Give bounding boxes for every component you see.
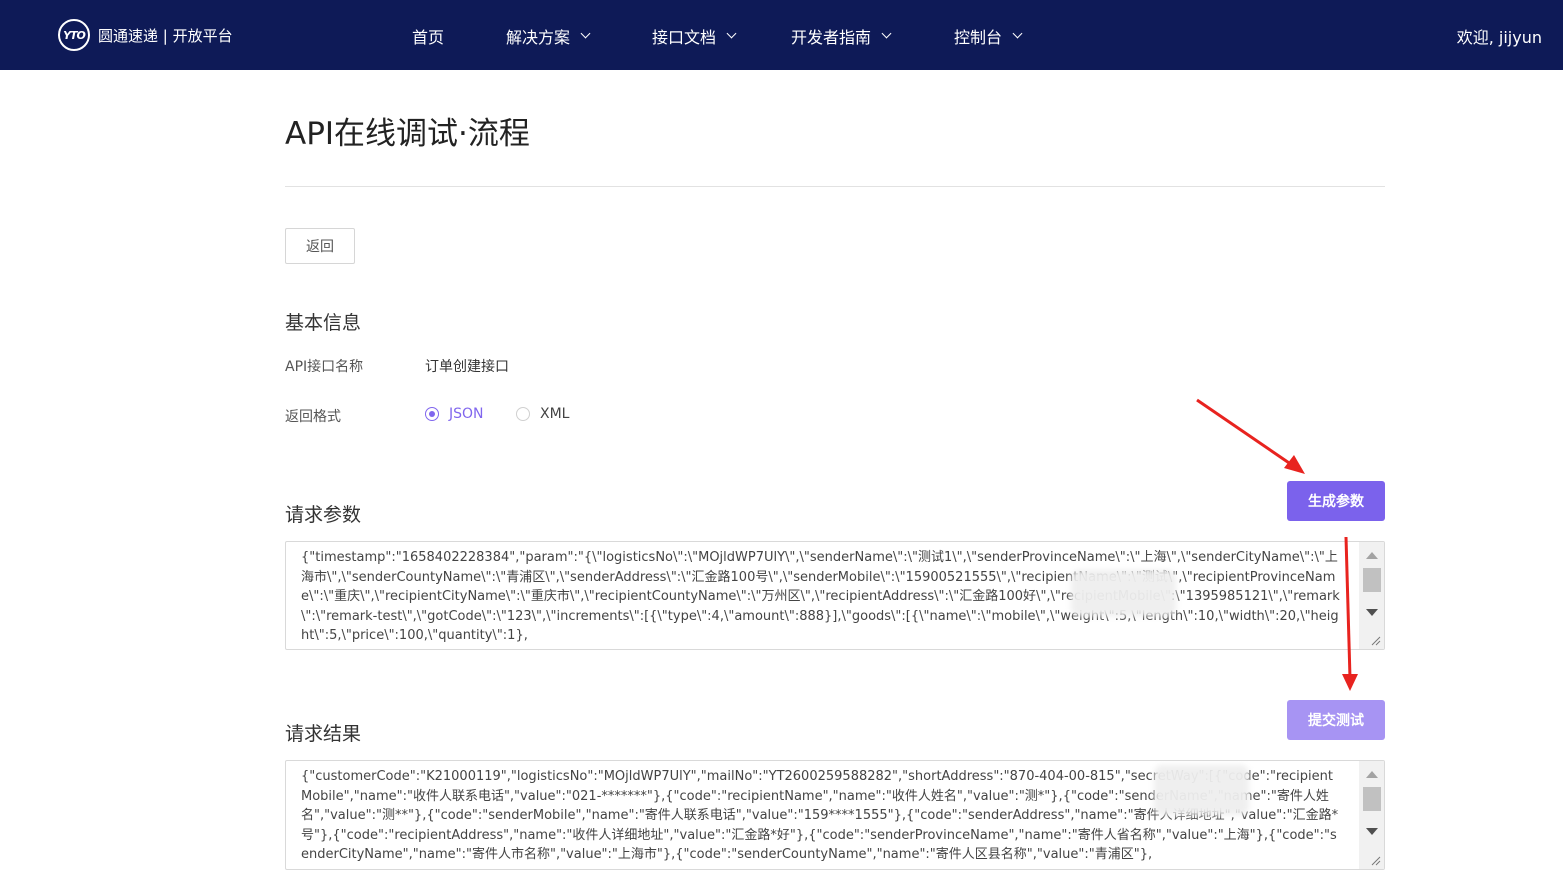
top-navbar: YTO 圆通速递 | 开放平台 首页 解决方案 接口文档 开发者指南 控制台 欢…: [0, 0, 1563, 70]
nav-item-home[interactable]: 首页: [412, 24, 444, 48]
logo[interactable]: YTO 圆通速递 | 开放平台: [58, 19, 233, 51]
resize-grip-icon[interactable]: [1371, 636, 1381, 646]
request-result-title: 请求结果: [285, 723, 362, 745]
api-name-label: API接口名称: [285, 359, 364, 375]
scrollbar-thumb[interactable]: [1363, 568, 1381, 592]
nav-item-api-docs[interactable]: 接口文档: [652, 24, 737, 48]
basic-info-title: 基本信息: [285, 312, 362, 334]
divider: [285, 186, 1385, 187]
generate-params-button[interactable]: 生成参数: [1287, 481, 1385, 521]
scroll-up-arrow-icon[interactable]: [1366, 552, 1378, 559]
back-button[interactable]: 返回: [285, 228, 355, 264]
nav-item-dev-guide[interactable]: 开发者指南: [791, 24, 892, 48]
redaction-blur: [1071, 570, 1176, 616]
scroll-down-arrow-icon[interactable]: [1366, 828, 1378, 835]
scrollbar[interactable]: [1359, 761, 1384, 869]
chevron-down-icon: [1012, 28, 1023, 39]
brand-name: 圆通速递 | 开放平台: [98, 26, 233, 45]
nav-item-label: 控制台: [954, 28, 1003, 47]
scroll-down-arrow-icon[interactable]: [1366, 609, 1378, 616]
submit-test-button[interactable]: 提交测试: [1287, 700, 1385, 740]
nav-item-label: 首页: [412, 28, 445, 47]
scrollbar-thumb[interactable]: [1363, 787, 1381, 811]
radio-unchecked-icon: [516, 407, 530, 421]
yto-logo-icon: YTO: [58, 19, 90, 51]
resize-grip-icon[interactable]: [1371, 856, 1381, 866]
user-menu[interactable]: 欢迎, jijyun: [1457, 24, 1542, 48]
radio-checked-icon: [425, 407, 439, 421]
user-greeting: 欢迎, jijyun: [1456, 28, 1542, 47]
radio-label: JSON: [449, 406, 484, 422]
nav-item-label: 解决方案: [506, 28, 571, 47]
request-params-textarea[interactable]: {"timestamp":"1658402228384","param":"{\…: [285, 541, 1385, 650]
chevron-down-icon: [726, 28, 737, 39]
api-name-value: 订单创建接口: [425, 359, 509, 375]
format-radio-json[interactable]: JSON: [425, 406, 484, 422]
radio-label: XML: [540, 406, 570, 422]
annotation-arrows: [1196, 398, 1358, 691]
page-title: API在线调试·流程: [285, 116, 530, 152]
format-label: 返回格式: [285, 409, 341, 425]
nav-item-label: 开发者指南: [791, 28, 872, 47]
chevron-down-icon: [881, 28, 892, 39]
format-radio-xml[interactable]: XML: [516, 406, 569, 422]
scroll-up-arrow-icon[interactable]: [1366, 771, 1378, 778]
nav-item-console[interactable]: 控制台: [954, 24, 1023, 48]
nav-item-solutions[interactable]: 解决方案: [506, 24, 591, 48]
redaction-blur: [1154, 765, 1249, 815]
arrow-to-generate-icon: [1196, 398, 1305, 474]
request-result-textarea[interactable]: {"customerCode":"K21000119","logisticsNo…: [285, 760, 1385, 870]
chevron-down-icon: [580, 28, 591, 39]
request-params-title: 请求参数: [285, 504, 362, 526]
scrollbar[interactable]: [1359, 542, 1384, 649]
nav-item-label: 接口文档: [652, 28, 717, 47]
request-params-content: {"timestamp":"1658402228384","param":"{\…: [301, 550, 1340, 643]
